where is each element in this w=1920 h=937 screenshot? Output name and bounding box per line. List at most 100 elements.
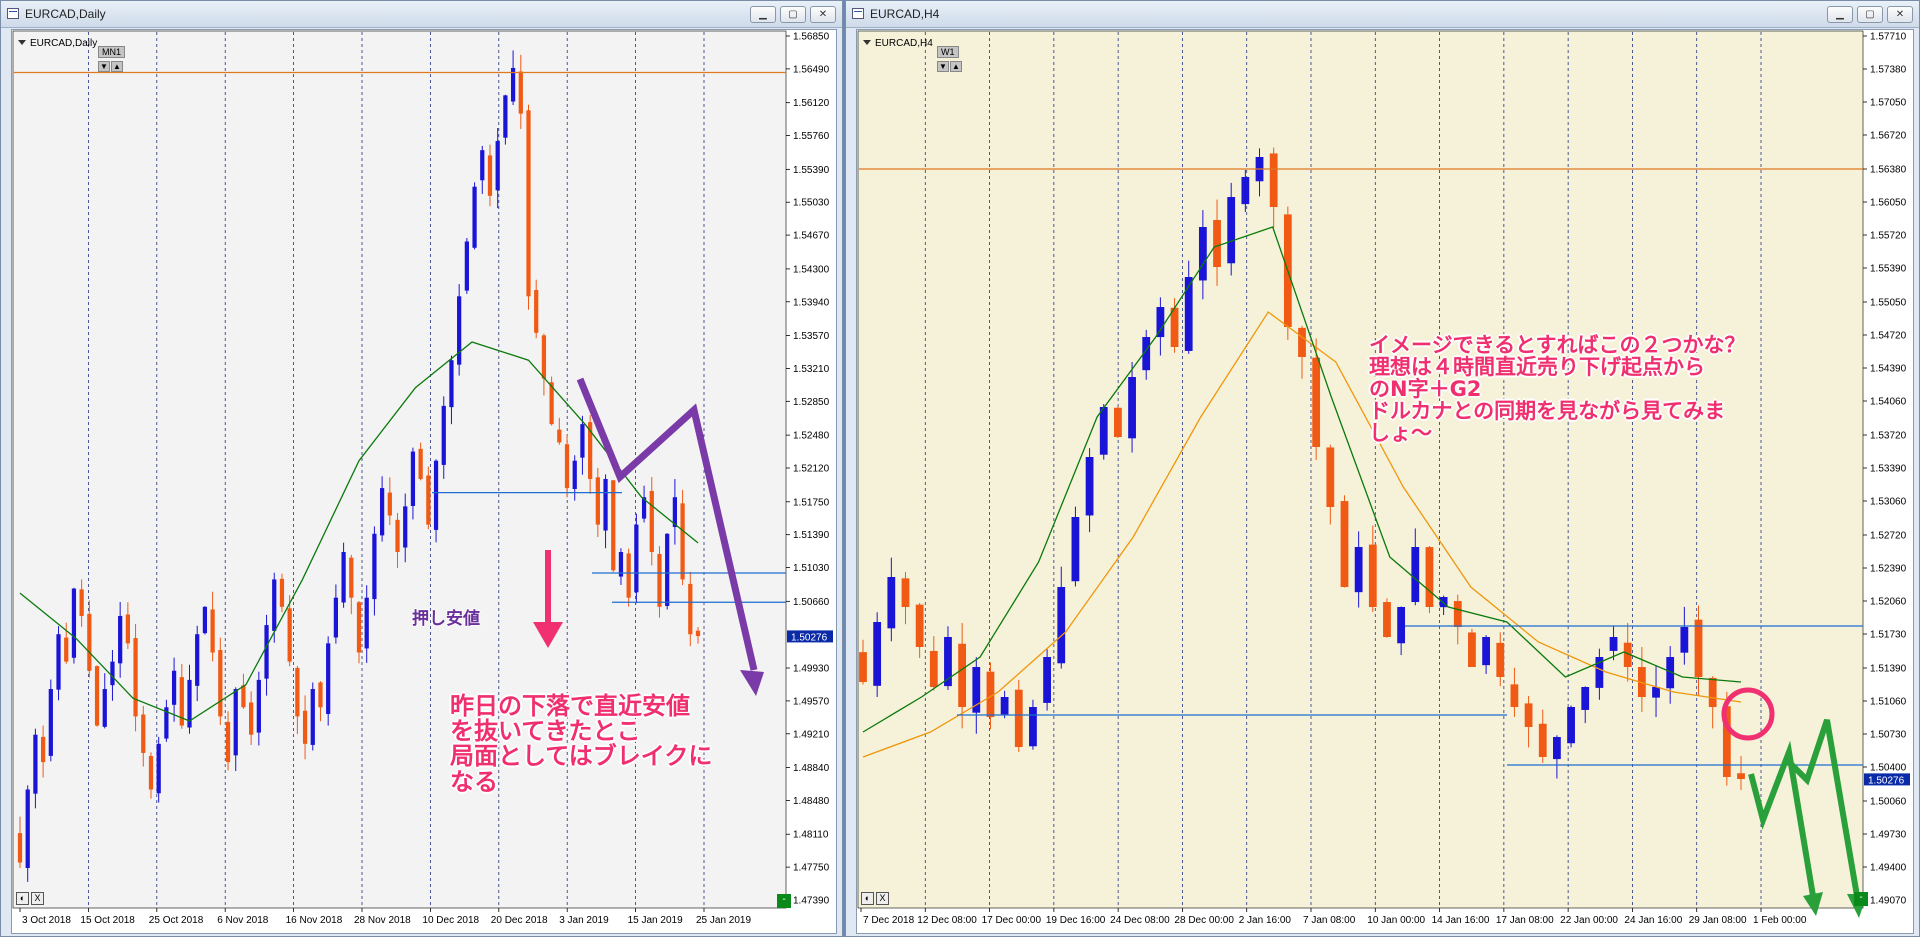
y-tick-label: 1.53570 (793, 331, 830, 342)
arrow-up-icon[interactable]: ▲ (950, 61, 962, 72)
candle-body (1538, 723, 1547, 757)
chart-area-h4[interactable]: 7 Dec 2018 12 Dec 08:00 17 Dec 00:00 19 Dec… (856, 29, 1914, 934)
y-tick-label: 1.50660 (793, 597, 830, 608)
candle-body (272, 579, 277, 631)
candle-body (287, 608, 292, 662)
candle-body (156, 743, 161, 794)
candle-body (495, 141, 500, 191)
y-tick-label: 1.57050 (1870, 98, 1907, 109)
arrow-up-icon[interactable]: ▲ (111, 61, 123, 72)
timeframe-label[interactable]: W1 (937, 46, 959, 58)
candle-body (1014, 689, 1023, 747)
drop-arrow-shaft (545, 550, 551, 622)
y-tick-label: 1.54060 (1870, 397, 1907, 408)
timeframe-label[interactable]: MN1 (98, 46, 126, 58)
maximize-button[interactable]: ▢ (780, 6, 806, 23)
candle-body (564, 444, 570, 489)
x-tick-label: 7 Jan 08:00 (1303, 915, 1356, 926)
candle-body (233, 689, 238, 756)
maximize-button[interactable]: ▢ (1857, 6, 1883, 23)
candle-body (1567, 707, 1575, 744)
y-tick-label: 1.55390 (793, 165, 830, 176)
candle-body (202, 606, 208, 634)
y-tick-label: 1.52480 (793, 431, 830, 442)
window-titlebar[interactable]: EURCAD,H4 ▁ ▢ ✕ (846, 1, 1919, 28)
trade-status-button[interactable]: - (777, 894, 791, 908)
candle-body (279, 578, 285, 607)
x-tick-label: 17 Dec 00:00 (982, 915, 1042, 926)
candle-body (71, 588, 77, 658)
scroll-toggle-icon[interactable]: ◐ (16, 892, 29, 905)
candle-body (1510, 684, 1519, 707)
x-tick-label: 6 Nov 2018 (217, 915, 269, 926)
candle-body (195, 634, 200, 686)
candle-body (256, 679, 261, 733)
y-tick-label: 1.55390 (1870, 264, 1907, 275)
dropdown-triangle-icon[interactable] (863, 40, 871, 45)
y-tick-label: 1.52850 (793, 397, 830, 408)
chart-controls: ◐ X (16, 892, 44, 905)
candle-body (94, 666, 100, 726)
x-tick-label: 10 Dec 2018 (422, 915, 479, 926)
y-tick-label: 1.53720 (1870, 431, 1907, 442)
candle-body (595, 477, 600, 525)
y-tick-label: 1.49070 (1870, 896, 1907, 907)
chart-window-icon (852, 8, 864, 19)
chart-window-icon (7, 8, 19, 19)
arrow-down-icon[interactable]: ▼ (98, 61, 110, 72)
x-tick-label: 7 Dec 2018 (863, 915, 915, 926)
chart-window-daily[interactable]: EURCAD,Daily ▁ ▢ ✕ 3 Oct 2018 15 Oct 2018… (0, 0, 843, 937)
close-indicator-icon[interactable]: X (876, 892, 889, 905)
candle-body (110, 661, 115, 686)
candle-body (210, 609, 215, 653)
h4-chart-svg[interactable]: 7 Dec 2018 12 Dec 08:00 17 Dec 00:00 19 Dec… (857, 30, 1913, 933)
timeframe-selector[interactable]: W1 ▼ ▲ (937, 42, 962, 72)
candle-body (1397, 607, 1406, 644)
candle-body (526, 110, 531, 297)
close-button[interactable]: ✕ (1887, 6, 1913, 23)
window-titlebar[interactable]: EURCAD,Daily ▁ ▢ ✕ (1, 1, 842, 28)
timeframe-selector[interactable]: MN1 ▼ ▲ (98, 42, 126, 72)
candle-body (1269, 153, 1278, 207)
scroll-toggle-icon[interactable]: ◐ (861, 892, 874, 905)
x-tick-label: 28 Nov 2018 (354, 915, 411, 926)
candle-body (1043, 657, 1051, 703)
x-tick-label: 24 Jan 16:00 (1624, 915, 1682, 926)
candle-body (1213, 219, 1221, 267)
y-tick-label: 1.53060 (1870, 497, 1907, 508)
y-tick-label: 1.57710 (1870, 32, 1907, 43)
candle-body (464, 241, 469, 291)
y-tick-label: 1.54390 (1870, 364, 1907, 375)
candle-body (125, 614, 130, 644)
dropdown-triangle-icon[interactable] (18, 40, 26, 45)
current-price-label: 1.50276 (791, 632, 828, 643)
x-tick-label: 15 Jan 2019 (628, 915, 683, 926)
y-tick-label: 1.51750 (793, 497, 830, 508)
chart-area-daily[interactable]: 3 Oct 2018 15 Oct 2018 25 Oct 2018 6 Nov 20… (11, 29, 837, 934)
x-tick-label: 19 Dec 16:00 (1046, 915, 1106, 926)
candle-body (572, 460, 577, 489)
candle-body (1425, 547, 1434, 607)
arrow-down-icon[interactable]: ▼ (937, 61, 949, 72)
chart-window-h4[interactable]: EURCAD,H4 ▁ ▢ ✕ 7 Dec 2018 12 Dec 08:00 17… (845, 0, 1920, 937)
minimize-button[interactable]: ▁ (750, 6, 776, 23)
x-tick-label: 28 Dec 00:00 (1174, 915, 1234, 926)
candle-body (79, 589, 84, 616)
candle-body (1652, 687, 1660, 698)
candle-body (1708, 677, 1717, 707)
candle-body (1482, 637, 1490, 666)
close-button[interactable]: ✕ (810, 6, 836, 23)
candle-body (1114, 407, 1122, 437)
candle-body (356, 602, 362, 653)
trade-status-button[interactable]: - (1854, 892, 1868, 906)
y-tick-label: 1.49930 (793, 664, 830, 675)
daily-chart-svg[interactable]: 3 Oct 2018 15 Oct 2018 25 Oct 2018 6 Nov 20… (12, 30, 836, 933)
y-tick-label: 1.49400 (1870, 863, 1907, 874)
candle-body (1156, 307, 1165, 338)
minimize-button[interactable]: ▁ (1827, 6, 1853, 23)
y-tick-label: 1.48110 (793, 830, 829, 841)
y-tick-label: 1.52720 (1870, 531, 1907, 542)
y-tick-label: 1.47750 (793, 863, 830, 874)
close-indicator-icon[interactable]: X (31, 892, 44, 905)
candle-body (915, 604, 924, 647)
